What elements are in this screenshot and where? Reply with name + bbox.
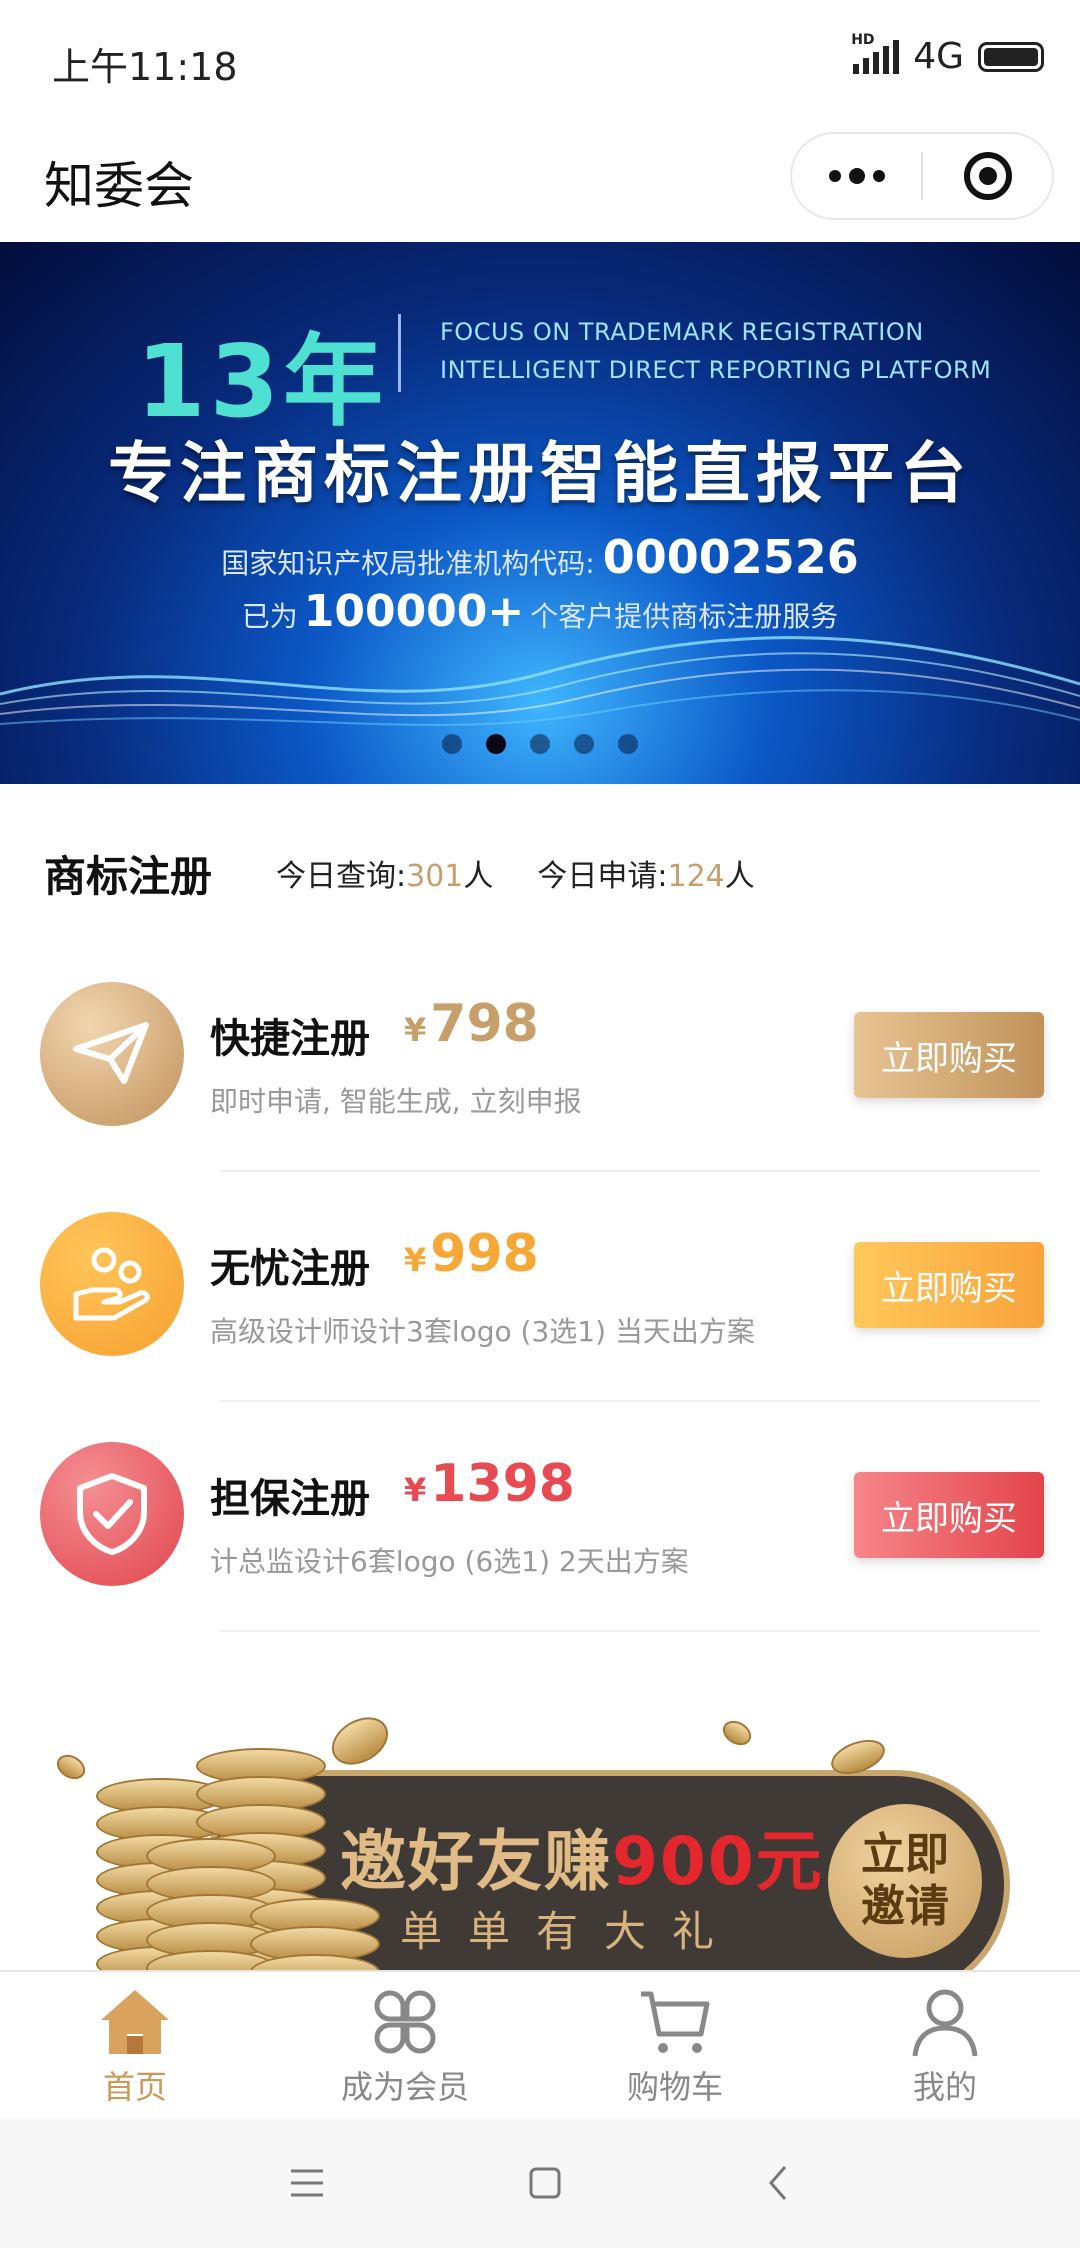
flying-coin-icon [323, 1708, 397, 1775]
price-value: 798 [430, 994, 539, 1054]
invite-button-line1: 立即 [861, 1829, 949, 1880]
buy-now-button[interactable]: 立即购买 [854, 1012, 1044, 1098]
banner-served-prefix: 已为 [241, 600, 298, 633]
buy-now-button[interactable]: 立即购买 [854, 1242, 1044, 1328]
apply-unit: 人 [724, 859, 755, 894]
carousel-indicator [0, 734, 1080, 754]
today-apply-stat: 今日申请:124人 [537, 851, 754, 895]
clover-icon [374, 1990, 436, 2054]
more-button[interactable] [792, 134, 921, 218]
banner-en-line1: FOCUS ON TRADEMARK REGISTRATION [440, 318, 924, 346]
product-description: 即时申请, 智能生成, 立刻申报 [210, 1085, 582, 1118]
back-icon[interactable] [763, 2163, 793, 2203]
currency-symbol: ¥ [404, 1011, 427, 1049]
paper-plane-icon [40, 982, 184, 1126]
invite-title-text: 邀好友赚 [340, 1823, 612, 1900]
tab-home[interactable]: 首页 [0, 1972, 270, 2118]
mini-program-capsule [790, 132, 1054, 220]
banner-headline: 专注商标注册智能直报平台 [108, 435, 972, 512]
close-mini-program-button[interactable] [923, 134, 1052, 218]
currency-symbol: ¥ [404, 1471, 427, 1509]
banner-code-label: 国家知识产权局批准机构代码: [221, 547, 595, 580]
carousel-dot[interactable] [442, 734, 462, 754]
product-row-worry-free[interactable]: 无忧注册 ¥998 高级设计师设计3套logo (3选1) 当天出方案 立即购买 [0, 1172, 1080, 1402]
price-value: 1398 [430, 1454, 575, 1514]
invite-amount: 900元 [612, 1823, 824, 1900]
banner-code: 00002526 [602, 530, 859, 584]
signal-icon: HD [851, 32, 900, 74]
price-value: 998 [430, 1224, 539, 1284]
carousel-dot[interactable] [618, 734, 638, 754]
invite-now-button[interactable]: 立即 邀请 [828, 1804, 982, 1958]
invite-button-line2: 邀请 [861, 1881, 949, 1932]
network-type: 4G [913, 36, 964, 77]
hand-person-icon [40, 1212, 184, 1356]
tab-label: 成为会员 [340, 2068, 469, 2106]
title-bar: 知委会 [0, 118, 1080, 242]
product-name: 无忧注册 [210, 1246, 370, 1292]
buy-now-button[interactable]: 立即购买 [854, 1472, 1044, 1558]
today-query-stat: 今日查询:301人 [276, 851, 493, 895]
invite-title: 邀好友赚900元 [340, 1808, 824, 1904]
tab-mine[interactable]: 我的 [810, 1972, 1080, 2118]
banner-served-row: 已为 100000+ 个客户提供商标注册服务 [0, 586, 1080, 637]
carousel-dot[interactable] [574, 734, 594, 754]
tab-cart[interactable]: 购物车 [540, 1972, 810, 2118]
section-title: 商标注册 [44, 851, 213, 901]
product-row-guarantee[interactable]: 担保注册 ¥1398 计总监设计6套logo (6选1) 2天出方案 立即购买 [0, 1402, 1080, 1632]
system-navigation-bar [0, 2118, 1080, 2248]
query-value: 301 [406, 859, 464, 894]
query-unit: 人 [463, 859, 494, 894]
home-square-icon[interactable] [527, 2165, 563, 2201]
battery-icon [978, 41, 1044, 72]
product-description: 高级设计师设计3套logo (3选1) 当天出方案 [210, 1315, 755, 1348]
flying-coin-icon [718, 1715, 756, 1751]
banner-served-suffix: 个客户提供商标注册服务 [530, 600, 839, 633]
banner-en-line2: INTELLIGENT DIRECT REPORTING PLATFORM [440, 356, 992, 384]
shield-check-icon [40, 1442, 184, 1586]
product-name: 快捷注册 [210, 1016, 370, 1062]
promo-banner[interactable]: 13年 FOCUS ON TRADEMARK REGISTRATION INTE… [0, 242, 1080, 784]
hd-label: HD [851, 31, 875, 48]
banner-code-row: 国家知识产权局批准机构代码: 00002526 [0, 530, 1080, 584]
apply-value: 124 [667, 859, 725, 894]
page-title: 知委会 [44, 157, 194, 215]
apply-label: 今日申请: [537, 859, 668, 894]
flying-coin-icon [52, 1749, 90, 1785]
target-icon [963, 152, 1012, 200]
product-name: 担保注册 [210, 1476, 370, 1522]
status-indicators: HD 4G [851, 32, 1044, 77]
invite-subtitle: 单单有大礼 [400, 1907, 741, 1956]
carousel-dot-active[interactable] [486, 734, 506, 754]
bottom-tab-bar: 首页 成为会员 购物车 我的 [0, 1970, 1080, 2118]
trademark-section-header: 商标注册 今日查询:301人 今日申请:124人 [44, 838, 1044, 908]
product-description: 计总监设计6套logo (6选1) 2天出方案 [210, 1545, 689, 1578]
cart-icon [641, 1991, 710, 2053]
tab-label: 购物车 [626, 2068, 723, 2106]
tab-label: 我的 [912, 2068, 977, 2106]
user-icon [912, 1989, 978, 2057]
product-price: ¥1398 [404, 1454, 575, 1514]
tab-label: 首页 [102, 2068, 167, 2106]
home-icon [101, 1990, 169, 2054]
product-row-quick[interactable]: 快捷注册 ¥798 即时申请, 智能生成, 立刻申报 立即购买 [0, 942, 1080, 1172]
carousel-dot[interactable] [530, 734, 550, 754]
query-label: 今日查询: [276, 859, 407, 894]
invite-friends-banner[interactable]: 邀好友赚900元 单单有大礼 立即 邀请 [0, 1708, 1080, 1970]
product-price: ¥798 [404, 994, 539, 1054]
status-time: 上午11:18 [52, 45, 238, 89]
menu-icon[interactable] [287, 2166, 327, 2200]
more-dots-icon [828, 168, 885, 184]
currency-symbol: ¥ [404, 1241, 427, 1279]
status-bar: 上午11:18 HD 4G [0, 0, 1080, 118]
tab-membership[interactable]: 成为会员 [270, 1972, 540, 2118]
product-price: ¥998 [404, 1224, 539, 1284]
banner-served-count: 100000+ [303, 586, 525, 637]
